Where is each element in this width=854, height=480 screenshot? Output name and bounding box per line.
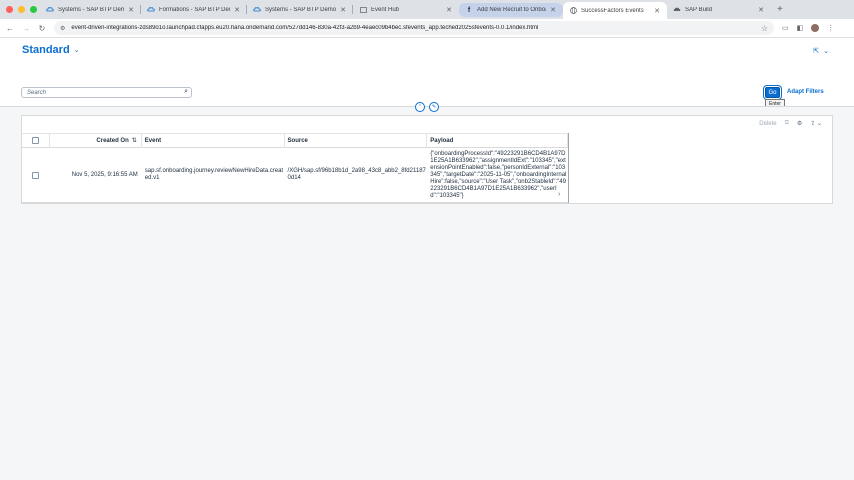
select-all-cell: [22, 133, 50, 148]
zoom-window-button[interactable]: [30, 6, 37, 13]
url-field[interactable]: ⚙ event-driven-integrations-zds89o1o.lau…: [54, 21, 774, 35]
row-select-cell: [22, 148, 50, 203]
settings-icon[interactable]: ⚙: [797, 120, 802, 127]
tab-title: Add New Recruit to Onboarding: [477, 7, 546, 13]
browser-tab-strip: Systems - SAP BTP Demo - S ✕ Formations …: [0, 0, 854, 19]
share-menu[interactable]: ⇱ ⌄: [813, 47, 829, 55]
column-header-label: Source: [287, 137, 308, 144]
variant-selector[interactable]: Standard ⌄: [22, 44, 80, 56]
profile-avatar[interactable]: [811, 24, 820, 32]
globe-icon: [569, 7, 577, 14]
sap-cloud-icon: [147, 7, 155, 13]
event-cell: sap.sf.onboarding.journey.reviewNewHireD…: [142, 148, 285, 203]
close-icon[interactable]: ✕: [653, 7, 661, 15]
export-menu-button[interactable]: ⇪ ⌄: [810, 120, 822, 127]
chevron-down-icon: ⌄: [823, 48, 829, 55]
source-text: /XGH/sap.sf/96b18b1d_2a98_43c8_abb2_8fd2…: [287, 168, 426, 181]
close-icon[interactable]: ✕: [127, 6, 135, 14]
browser-tab[interactable]: Event Hub ✕: [353, 0, 459, 19]
tab-title: Formations - SAP BTP Demo: [159, 6, 230, 13]
tab-title: Event Hub: [371, 6, 400, 13]
chevron-up-icon: ⌃: [417, 104, 423, 110]
events-table: Created On ⇅ Event Source Payload Nov 5,…: [22, 133, 569, 203]
tab-title: SAP Build: [685, 6, 712, 13]
row-navigation-icon[interactable]: ›: [558, 191, 560, 198]
close-icon[interactable]: ✕: [549, 6, 557, 14]
source-cell: /XGH/sap.sf/96b18b1d_2a98_43c8_abb2_8fd2…: [285, 148, 428, 203]
browser-toolbar: ▭ ◧ ⋮: [782, 24, 834, 32]
new-tab-button[interactable]: +: [771, 4, 783, 15]
tab-title: SuccessFactors Events: [581, 7, 644, 14]
close-icon[interactable]: ✕: [233, 6, 241, 14]
chevron-down-icon: ⌄: [73, 47, 80, 54]
browser-tab[interactable]: f Add New Recruit to Onboarding ✕: [459, 3, 563, 17]
search-icon[interactable]: ⌕: [184, 88, 188, 96]
delete-button[interactable]: Delete: [759, 121, 776, 127]
browser-tab[interactable]: Systems - SAP BTP Demo - S ✕: [247, 0, 353, 19]
search-placeholder: Search: [27, 89, 47, 96]
row-checkbox[interactable]: [32, 171, 40, 179]
export-icon: ⇪: [810, 121, 816, 127]
column-header-source[interactable]: Source: [285, 133, 428, 148]
search-input[interactable]: Search ⌕: [21, 87, 192, 98]
bookmark-star-icon[interactable]: ☆: [761, 24, 768, 33]
column-header-payload[interactable]: Payload: [427, 133, 568, 148]
browser-tab-active[interactable]: SuccessFactors Events ✕: [563, 2, 667, 19]
share-icon: ⇱: [813, 48, 820, 55]
events-table-card: Delete ⧉ ⚙ ⇪ ⌄ Created On ⇅ Event Source…: [21, 115, 833, 204]
column-header-label: Payload: [430, 137, 454, 144]
sap-f-icon: f: [467, 6, 471, 14]
sort-icon: ⇅: [131, 138, 137, 144]
table-toolbar: Delete ⧉ ⚙ ⇪ ⌄: [759, 120, 822, 127]
copy-icon[interactable]: ⧉: [785, 120, 789, 127]
sap-cloud-icon: [673, 7, 681, 13]
collapse-header-button[interactable]: ⌃: [415, 102, 425, 112]
page-icon: [359, 6, 367, 13]
close-icon[interactable]: ✕: [445, 6, 453, 14]
menu-icon[interactable]: ⋮: [827, 24, 834, 32]
url-text: event-driven-integrations-zds89o1o.launc…: [71, 25, 539, 31]
close-window-button[interactable]: [6, 6, 13, 13]
forward-icon[interactable]: →: [20, 24, 32, 33]
adapt-filters-button[interactable]: Adapt Filters: [787, 89, 824, 95]
sap-cloud-icon: [253, 7, 261, 13]
header-divider: [0, 106, 854, 107]
column-header-label: Created On: [96, 137, 129, 144]
tab-title: Systems - SAP BTP Demo - S: [58, 6, 124, 13]
go-button[interactable]: Go: [765, 87, 780, 98]
column-header-created-on[interactable]: Created On ⇅: [50, 133, 142, 148]
cast-icon[interactable]: ▭: [782, 24, 789, 32]
address-bar-row: ← → ↻ ⚙ event-driven-integrations-zds89o…: [0, 19, 854, 38]
chevron-down-icon: ⌄: [816, 121, 822, 127]
payload-cell: {"onboardingProcessId":"49223291B6CD4B1A…: [430, 150, 567, 199]
column-header-event[interactable]: Event: [142, 133, 285, 148]
browser-tab[interactable]: Systems - SAP BTP Demo - S ✕: [40, 0, 141, 19]
back-icon[interactable]: ←: [4, 24, 16, 33]
close-icon[interactable]: ✕: [757, 6, 765, 14]
page-title: Standard: [22, 44, 70, 56]
event-text: sap.sf.onboarding.journey.reviewNewHireD…: [144, 168, 284, 181]
tab-title: Systems - SAP BTP Demo - S: [265, 6, 336, 13]
column-header-label: Event: [144, 137, 162, 144]
reload-icon[interactable]: ↻: [36, 24, 48, 33]
close-icon[interactable]: ✕: [339, 6, 347, 14]
table-row[interactable]: Nov 5, 2025, 9:16:55 AM sap.sf.onboardin…: [22, 148, 568, 203]
created-on-cell: Nov 5, 2025, 9:16:55 AM: [71, 172, 138, 178]
select-all-checkbox[interactable]: [31, 137, 39, 144]
table-header-row: Created On ⇅ Event Source Payload: [22, 133, 568, 148]
browser-tab[interactable]: SAP Build ✕: [667, 0, 771, 19]
window-controls: [0, 6, 40, 13]
sap-cloud-icon: [46, 7, 54, 13]
extensions-icon[interactable]: ◧: [797, 24, 804, 32]
pin-header-button[interactable]: ✎: [429, 102, 439, 112]
pin-icon: ✎: [431, 104, 437, 110]
minimize-window-button[interactable]: [18, 6, 25, 13]
browser-tab[interactable]: Formations - SAP BTP Demo ✕: [141, 0, 247, 19]
site-settings-icon[interactable]: ⚙: [60, 25, 65, 32]
